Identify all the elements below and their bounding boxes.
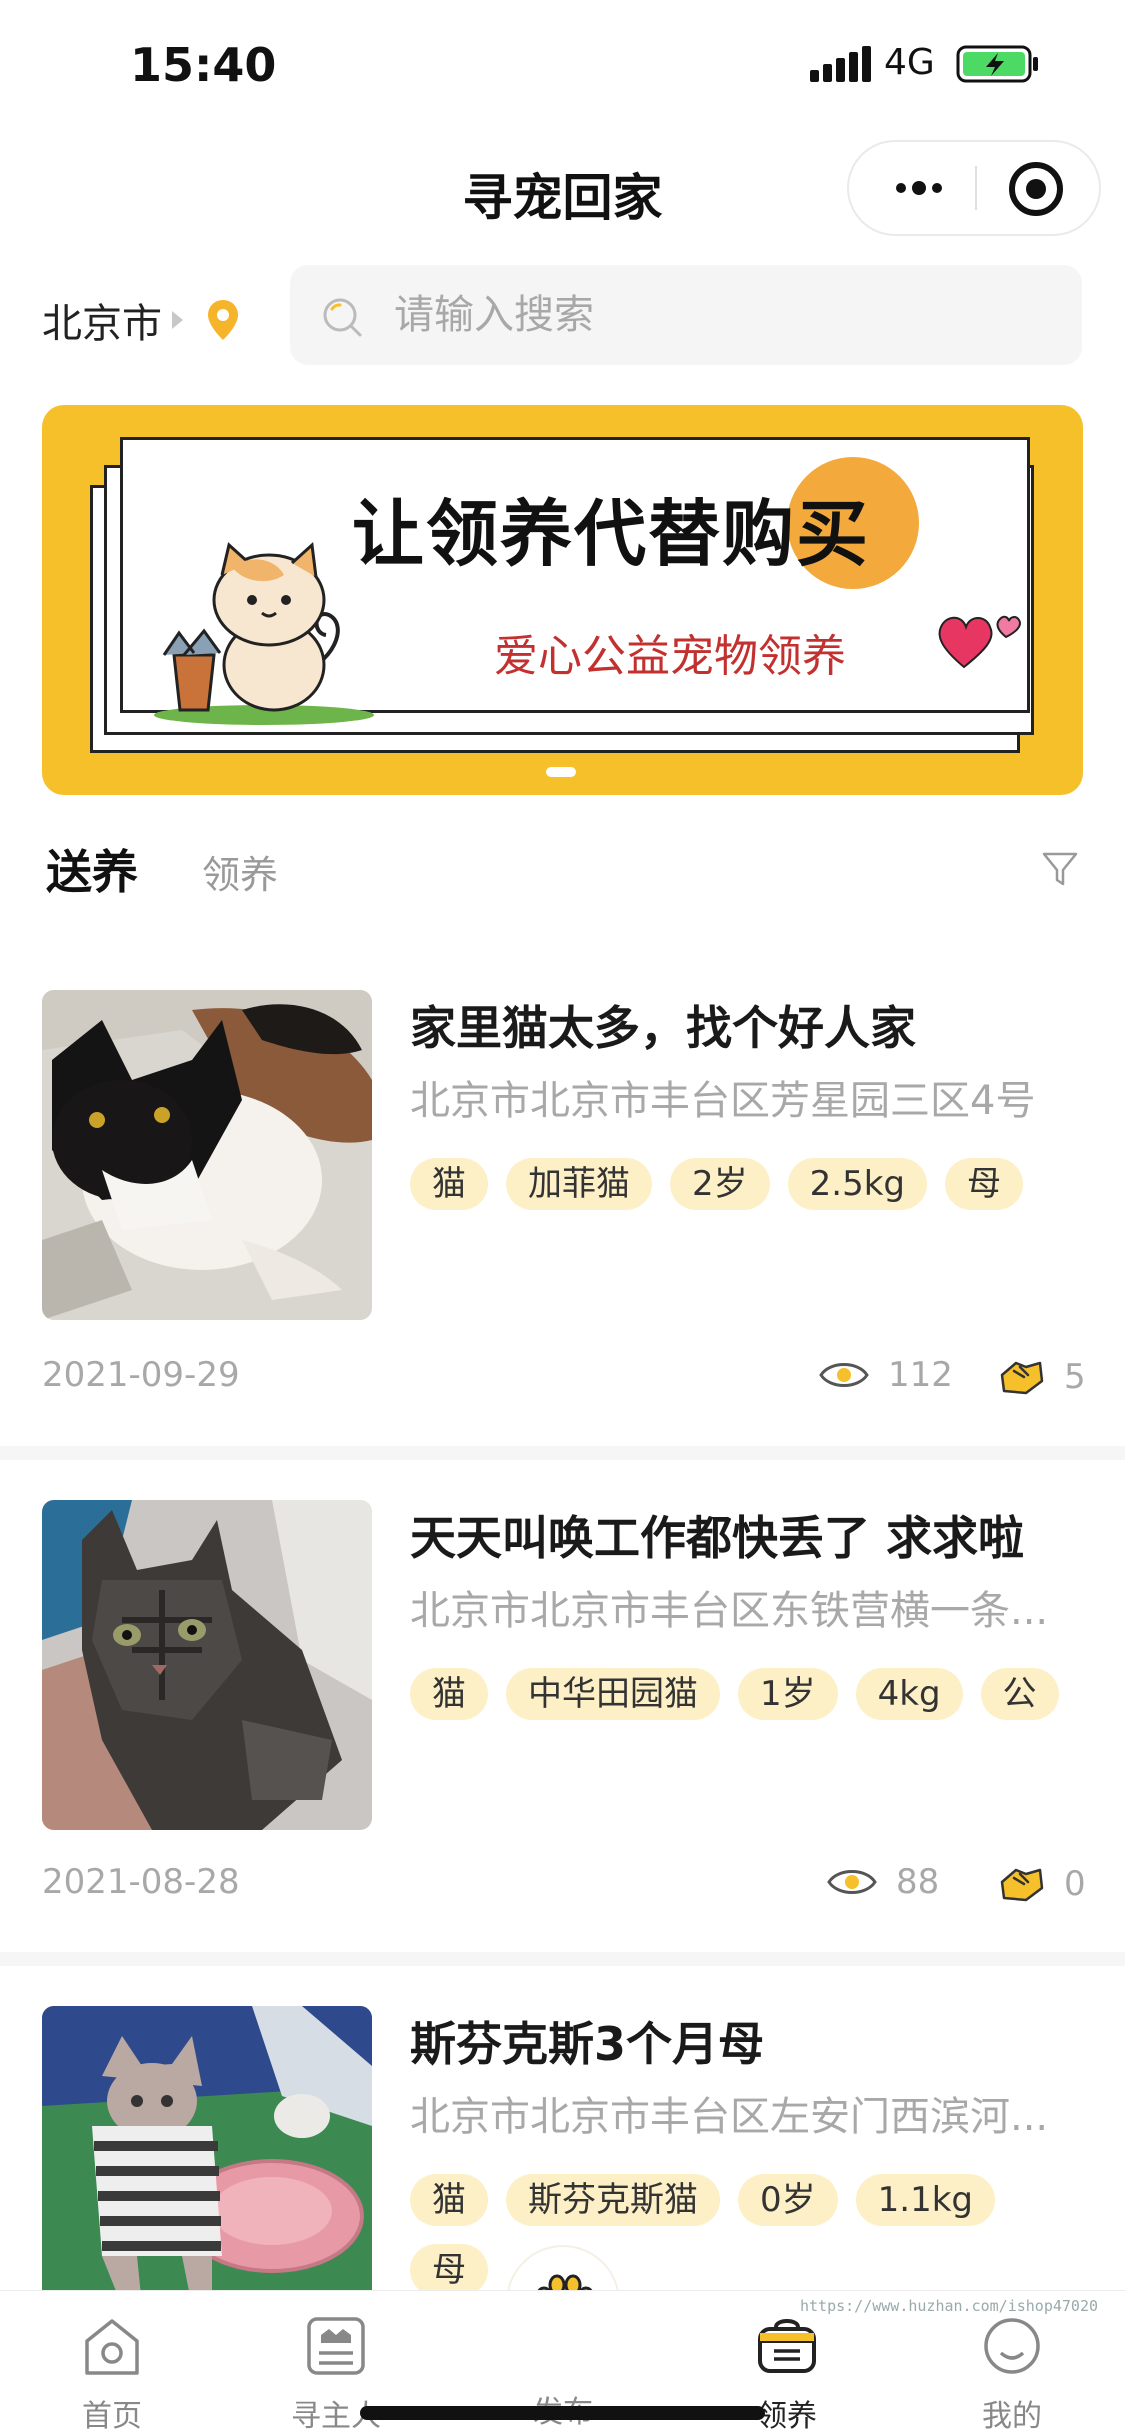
post-tags: 猫 中华田园猫 1岁 4kg 公 <box>410 1668 1090 1720</box>
more-dot-icon <box>896 183 906 193</box>
pet-id-card-icon <box>307 2317 365 2375</box>
post-card[interactable]: 天天叫唤工作都快丢了 求求啦 北京市北京市丰台区东铁营横一条... 猫 中华田园… <box>0 1460 1125 1952</box>
tag-gender: 母 <box>944 1158 1023 1210</box>
promo-banner[interactable]: 让领养代替购买 爱心公益宠物领养 <box>42 405 1083 795</box>
cat-photo <box>42 2006 372 2336</box>
post-card[interactable]: 家里猫太多，找个好人家 北京市北京市丰台区芳星园三区4号 猫 加菲猫 2岁 2.… <box>0 950 1125 1446</box>
tag-weight: 1.1kg <box>855 2174 995 2226</box>
list-separator <box>0 1952 1125 1966</box>
cat-photo <box>42 1500 372 1830</box>
post-date: 2021-08-28 <box>42 1862 240 1902</box>
tag-breed: 中华田园猫 <box>506 1668 720 1720</box>
post-tags: 猫 斯芬克斯猫 0岁 1.1kg 母 <box>410 2174 1010 2296</box>
view-count: 112 <box>818 1355 953 1395</box>
like-count[interactable]: 0 <box>996 1862 1086 1906</box>
status-time: 15:40 <box>130 38 277 92</box>
triangle-right-icon <box>172 311 183 329</box>
tag-species: 猫 <box>410 2174 488 2226</box>
tabbar-home-label: 首页 <box>82 2399 142 2434</box>
like-count[interactable]: 5 <box>996 1355 1086 1399</box>
tab-adopt[interactable]: 领养 <box>202 844 278 899</box>
profile-icon <box>984 2318 1040 2374</box>
cat-photo <box>42 990 372 1320</box>
banner-subtitle: 爱心公益宠物领养 <box>494 631 846 682</box>
tag-gender: 公 <box>980 1668 1059 1720</box>
view-count: 88 <box>826 1862 939 1902</box>
post-list: 家里猫太多，找个好人家 北京市北京市丰台区芳星园三区4号 猫 加菲猫 2岁 2.… <box>0 950 1125 2336</box>
banner-title: 让领养代替购买 <box>352 492 871 576</box>
capsule-divider <box>975 166 977 210</box>
tabbar-home[interactable]: 首页 <box>37 2311 187 2435</box>
more-dot-icon <box>932 183 942 193</box>
banner-page-indicator <box>546 767 576 777</box>
post-date: 2021-09-29 <box>42 1355 240 1395</box>
tag-age: 1岁 <box>738 1668 838 1720</box>
pet-carrier-icon <box>758 2319 816 2373</box>
mini-program-capsule <box>847 140 1101 236</box>
view-count-value: 88 <box>896 1862 940 1902</box>
list-separator <box>0 1446 1125 1460</box>
battery-icon <box>956 45 1038 83</box>
cat-illustration <box>154 541 374 725</box>
more-button[interactable] <box>869 142 969 234</box>
search-bar <box>290 265 1082 365</box>
close-mini-program-button[interactable] <box>1009 162 1063 216</box>
post-tags: 猫 加菲猫 2岁 2.5kg 母 <box>410 1158 1090 1210</box>
tabbar-mine-label: 我的 <box>982 2399 1042 2434</box>
tag-species: 猫 <box>410 1668 488 1720</box>
post-title: 斯芬克斯3个月母 <box>410 2017 765 2071</box>
tag-age: 2岁 <box>670 1158 770 1210</box>
post-address: 北京市北京市丰台区芳星园三区4号 <box>410 1078 1036 1124</box>
tabs: 送养 领养 <box>42 830 1083 910</box>
tabbar-mine[interactable]: 我的 <box>937 2311 1087 2435</box>
publish-spacer <box>528 2311 598 2381</box>
tag-weight: 2.5kg <box>787 1158 927 1210</box>
eye-icon <box>819 1363 869 1387</box>
filter-icon[interactable] <box>1041 850 1079 888</box>
location-selector[interactable]: 北京市 <box>42 290 241 350</box>
tag-species: 猫 <box>410 1158 488 1210</box>
tag-gender: 母 <box>410 2244 488 2296</box>
network-type: 4G <box>884 42 935 83</box>
status-bar: 15:40 4G <box>0 0 1125 130</box>
paw-hand-icon <box>1000 1868 1044 1902</box>
post-title: 天天叫唤工作都快丢了 求求啦 <box>410 1511 1025 1565</box>
search-icon <box>323 298 362 337</box>
post-title: 家里猫太多，找个好人家 <box>410 1001 916 1055</box>
tag-weight: 4kg <box>855 1668 963 1720</box>
search-input[interactable] <box>394 265 1054 365</box>
tag-breed: 斯芬克斯猫 <box>506 2174 720 2226</box>
home-indicator <box>360 2406 765 2420</box>
location-pin-icon <box>208 300 238 340</box>
signal-icon <box>810 46 871 82</box>
tag-age: 0岁 <box>738 2174 838 2226</box>
post-address: 北京市北京市丰台区东铁营横一条... <box>410 1588 1049 1634</box>
view-count-value: 112 <box>888 1355 953 1395</box>
home-icon <box>85 2319 139 2375</box>
tag-breed: 加菲猫 <box>506 1158 652 1210</box>
nav-bar: 寻宠回家 <box>0 140 1125 240</box>
eye-icon <box>827 1870 877 1894</box>
like-count-value: 0 <box>1064 1864 1086 1904</box>
post-address: 北京市北京市丰台区左安门西滨河... <box>410 2094 1049 2140</box>
heart-icon <box>938 615 1021 669</box>
tab-send[interactable]: 送养 <box>46 836 138 902</box>
like-count-value: 5 <box>1064 1357 1086 1397</box>
more-dot-icon <box>912 181 926 195</box>
paw-hand-icon <box>1000 1361 1044 1395</box>
city-label: 北京市 <box>42 301 162 347</box>
